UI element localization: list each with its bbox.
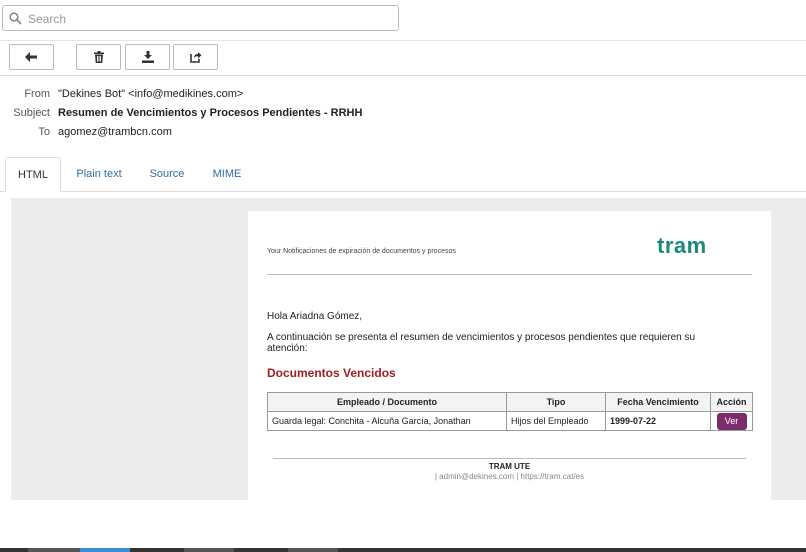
footer-links[interactable]: | admin@dekines.com | https://tram.cat/e… — [248, 472, 771, 481]
intro-text: A continuación se presenta el resumen de… — [267, 332, 696, 354]
column-header-accion: Acción — [710, 392, 753, 412]
footer-title: TRAM UTE — [488, 462, 531, 471]
tab-html[interactable]: HTML — [5, 157, 61, 192]
bottom-strip-segment — [0, 548, 28, 552]
to-value: agomez@trambcn.com — [58, 126, 172, 138]
tab-plain-text[interactable]: Plain text — [66, 157, 132, 191]
tram-logo: tram — [657, 233, 707, 258]
top-bar — [0, 0, 806, 41]
bottom-strip-segment — [288, 548, 338, 552]
tab-source[interactable]: Source — [140, 157, 194, 191]
column-header-fecha: Fecha Vencimiento — [605, 392, 711, 412]
email-body: Your Notificaciones de expiración de doc… — [248, 211, 771, 500]
external-link-icon — [189, 52, 201, 63]
tab-mime[interactable]: MIME — [203, 157, 251, 191]
documents-table: Empleado / Documento Tipo Fecha Vencimie… — [267, 392, 753, 431]
greeting: Hola Ariadna Gómez, — [267, 311, 363, 322]
column-header-empleado: Empleado / Documento — [267, 392, 507, 412]
message-toolbar — [0, 41, 806, 76]
delete-button[interactable] — [76, 44, 121, 70]
section-title: Documentos Vencidos — [267, 366, 396, 380]
bottom-strip-segment — [28, 548, 80, 552]
subject-label: Subject — [13, 107, 50, 119]
footer-divider — [273, 458, 746, 459]
from-label: From — [24, 88, 50, 100]
bottom-strip-segment — [130, 548, 184, 552]
download-button[interactable] — [125, 44, 170, 70]
notification-line: Your Notificaciones de expiración de doc… — [267, 248, 456, 255]
download-icon — [141, 51, 154, 63]
subject-value: Resumen de Vencimientos y Procesos Pendi… — [58, 107, 363, 119]
trash-icon — [93, 51, 104, 63]
table-row: Guarda legal: Conchita - Alcuña García, … — [267, 411, 753, 431]
bottom-strip-segment — [184, 548, 234, 552]
cell-fecha: 1999-07-22 — [605, 411, 711, 431]
header-divider — [267, 274, 752, 275]
bottom-strip-segment — [338, 548, 806, 552]
bottom-strip-segment — [234, 548, 288, 552]
back-button[interactable] — [9, 44, 54, 70]
search-icon — [9, 12, 22, 25]
cell-accion: Ver — [710, 411, 753, 431]
search-input[interactable] — [26, 9, 390, 29]
from-value: "Dekines Bot" <info@medikines.com> — [58, 88, 244, 100]
cell-tipo: Hijos del Empleado — [506, 411, 606, 431]
bottom-strip-segment — [80, 548, 130, 552]
search-box[interactable] — [2, 5, 399, 31]
cell-documento: Guarda legal: Conchita - Alcuña García, … — [267, 411, 507, 431]
ver-button[interactable]: Ver — [716, 412, 747, 430]
open-external-button[interactable] — [173, 44, 218, 70]
to-label: To — [38, 126, 50, 138]
column-header-tipo: Tipo — [506, 392, 606, 412]
arrow-left-icon — [25, 52, 37, 62]
html-preview-pane: Your Notificaciones de expiración de doc… — [11, 198, 806, 500]
view-tabs: HTML Plain text Source MIME — [0, 157, 806, 192]
